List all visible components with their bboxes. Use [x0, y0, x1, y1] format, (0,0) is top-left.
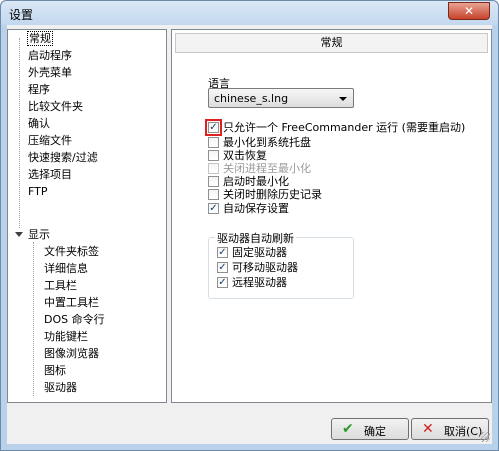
- language-value: chinese_s.lng: [214, 92, 289, 105]
- ok-button[interactable]: ✔ 确定: [331, 418, 409, 440]
- tree-item-compare-folders[interactable]: 比较文件夹: [28, 99, 83, 115]
- tree-item-quick-search[interactable]: 快速搜索/过滤: [28, 150, 98, 166]
- check-icon: ✓: [208, 203, 219, 214]
- tree-item-details[interactable]: 详细信息: [44, 261, 88, 277]
- tree-item-folder-tabs[interactable]: 文件夹标签: [44, 244, 99, 260]
- resize-grip-icon[interactable]: [480, 432, 490, 442]
- title-bar[interactable]: 设置 ✕: [1, 1, 498, 25]
- tree-item-general[interactable]: 常规: [27, 31, 53, 47]
- ok-check-icon: ✔: [342, 421, 354, 437]
- tree-item-shell-menu[interactable]: 外壳菜单: [28, 65, 72, 81]
- check-icon: ✓: [217, 247, 228, 258]
- tree-item-image-viewer[interactable]: 图像浏览器: [44, 346, 99, 362]
- tree-item-fkey-bar[interactable]: 功能键栏: [44, 329, 88, 345]
- check-icon: ✓: [217, 262, 228, 273]
- check-icon: ✓: [208, 122, 219, 133]
- settings-tree[interactable]: 常规 启动程序 外壳菜单 程序 比较文件夹 确认 压缩文件 快速搜索/过滤 选择…: [7, 29, 167, 403]
- settings-panel: 常规 语言 chinese_s.lng ✓ 只允许一个 FreeCommande…: [171, 29, 492, 403]
- window-title: 设置: [9, 8, 34, 22]
- tree-guide: [33, 242, 34, 396]
- tree-item-toolbar[interactable]: 工具栏: [44, 278, 77, 294]
- tree-item-startup[interactable]: 启动程序: [28, 48, 72, 64]
- tree-item-middle-toolbar[interactable]: 中置工具栏: [44, 295, 99, 311]
- close-button[interactable]: ✕: [448, 2, 490, 20]
- tree-item-ftp[interactable]: FTP: [28, 184, 48, 200]
- collapse-arrow-icon[interactable]: [15, 232, 23, 237]
- check-icon: ✓: [217, 277, 228, 288]
- language-select[interactable]: chinese_s.lng: [208, 88, 354, 108]
- close-icon: ✕: [463, 4, 475, 18]
- tree-item-icons[interactable]: 图标: [44, 363, 66, 379]
- tree-item-display[interactable]: 显示: [28, 227, 50, 243]
- drive-refresh-group: 驱动器自动刷新 ✓ 固定驱动器 ✓ 可移动驱动器 ✓ 远程驱动器: [208, 230, 354, 299]
- tree-item-programs[interactable]: 程序: [28, 82, 50, 98]
- dialog-body: 常规 启动程序 外壳菜单 程序 比较文件夹 确认 压缩文件 快速搜索/过滤 选择…: [7, 25, 492, 444]
- tree-item-confirm[interactable]: 确认: [28, 116, 50, 132]
- tree-item-selection[interactable]: 选择项目: [28, 167, 72, 183]
- cancel-button[interactable]: ✕ 取消(C): [411, 418, 489, 440]
- cancel-x-icon: ✕: [422, 421, 434, 437]
- dropdown-arrow-icon: [339, 97, 347, 101]
- tree-item-archives[interactable]: 压缩文件: [28, 133, 72, 149]
- panel-title: 常规: [175, 33, 488, 53]
- tree-item-drives[interactable]: 驱动器: [44, 380, 77, 396]
- tree-item-dos-cmd[interactable]: DOS 命令行: [44, 312, 105, 328]
- group-title: 驱动器自动刷新: [215, 230, 296, 246]
- settings-window: 设置 ✕ 常规 启动程序 外壳菜单 程序 比较文件夹 确认 压缩文件 快速搜索/…: [0, 0, 499, 451]
- tree-guide: [19, 38, 20, 228]
